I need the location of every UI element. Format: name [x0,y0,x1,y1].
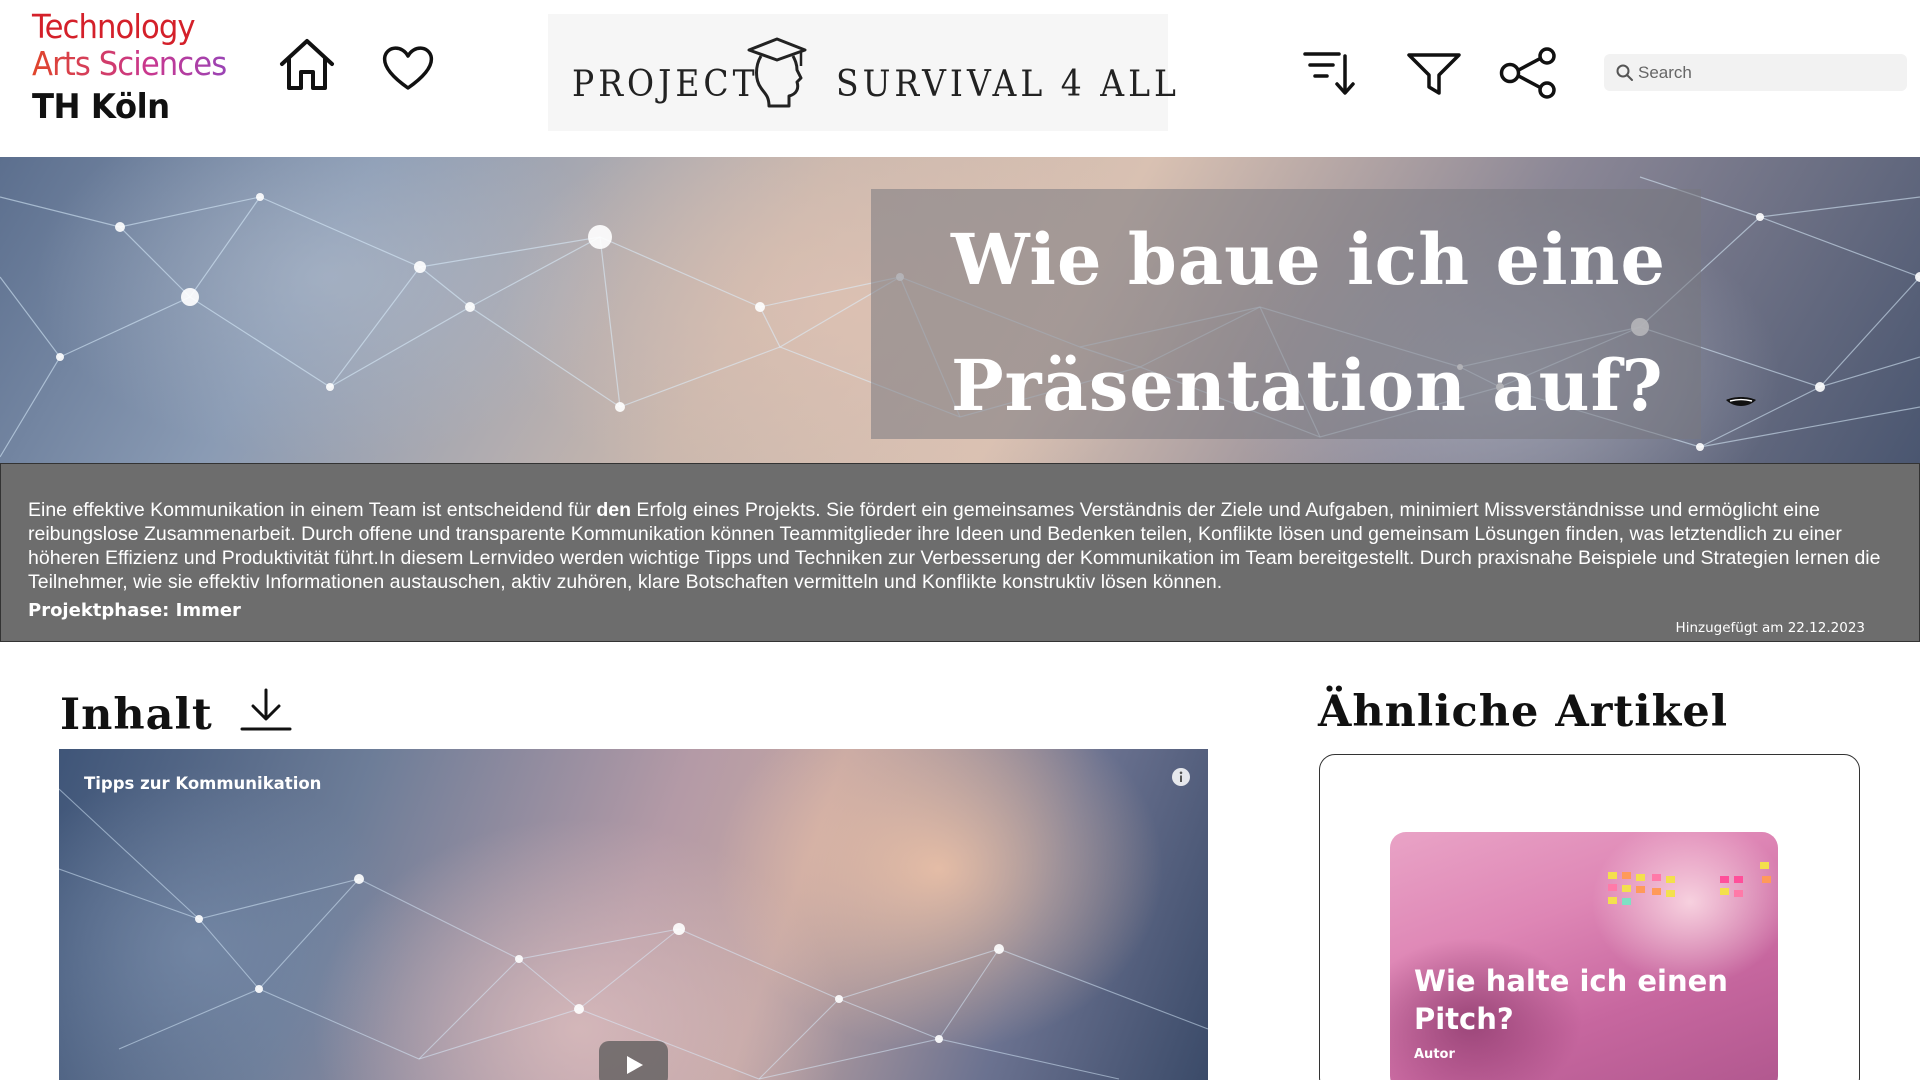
home-icon[interactable] [276,36,338,92]
hero-banner: Wie baue ich eine Präsentation auf? [0,157,1920,463]
search-box[interactable] [1604,54,1907,91]
added-date-label: Hinzugefügt am 22.12.2023 [1675,620,1865,636]
video-player[interactable]: Tipps zur Kommunikation [59,749,1208,1080]
description-text: Eine effektive Kommunikation in einem Te… [28,498,1898,594]
description-text-bold: den [596,499,632,521]
related-article-card[interactable]: Wie halte ich einen Pitch? Autor [1390,832,1778,1080]
heart-icon[interactable] [380,44,436,92]
filter-icon[interactable] [1406,51,1462,97]
description-text-part1: Eine effektive Kommunikation in einem Te… [28,499,597,521]
chevron-down-icon[interactable] [1724,395,1758,416]
hero-title-box: Wie baue ich eine Präsentation auf? [871,189,1701,439]
logo-line-technology: Technology [32,7,196,46]
related-articles-heading: Ähnliche Artikel [1318,687,1729,737]
play-button[interactable] [599,1041,668,1080]
logo-line-arts-sciences: Arts Sciences [32,44,227,83]
th-koeln-logo[interactable]: Technology Arts Sciences TH Köln [32,10,241,124]
play-icon [627,1056,643,1074]
project-survival-banner[interactable]: PROJECT SURVIVAL 4 ALL [548,14,1176,131]
share-icon[interactable] [1498,47,1560,99]
logo-line-th-koeln: TH Köln [32,87,170,127]
banner-text-survival: SURVIVAL 4 ALL [836,62,1180,105]
download-icon[interactable] [240,686,292,739]
graduate-head-icon [745,36,809,117]
related-card-title: Wie halte ich einen Pitch? [1414,964,1728,1036]
search-input[interactable] [1638,54,1898,91]
sort-icon[interactable] [1303,50,1355,96]
page-title: Wie baue ich eine Präsentation auf? [951,218,1667,427]
header: Technology Arts Sciences TH Köln PROJECT… [0,0,1920,157]
project-phase-label: Projektphase: Immer [28,600,241,621]
description-box: Eine effektive Kommunikation in einem Te… [0,463,1920,642]
content-heading: Inhalt [60,690,213,740]
video-title: Tipps zur Kommunikation [84,774,322,793]
info-icon[interactable] [1171,767,1191,792]
related-card-author: Autor [1414,1047,1455,1062]
banner-text-project: PROJECT [572,62,759,105]
search-icon [1616,64,1634,87]
video-thumbnail-graphic [59,788,1208,1080]
